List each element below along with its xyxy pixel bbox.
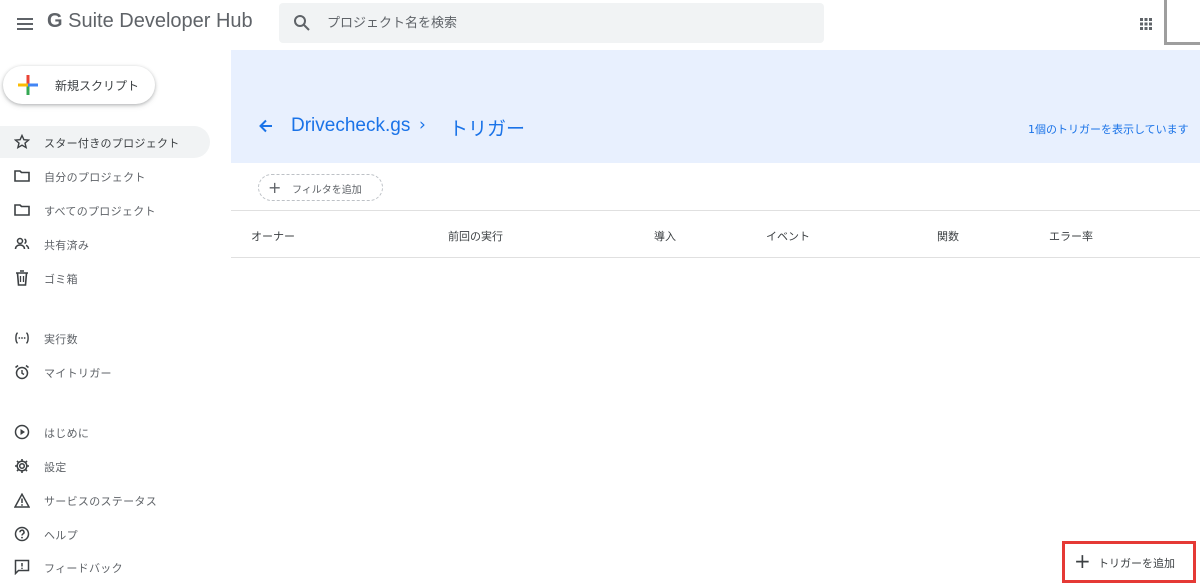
sidebar-item-help[interactable]: ヘルプ bbox=[0, 518, 210, 550]
folder-icon bbox=[14, 202, 30, 218]
triggers-table-header: オーナー 前回の実行 導入 イベント 関数 エラー率 bbox=[231, 210, 1200, 258]
sidebar-item-my-projects[interactable]: 自分のプロジェクト bbox=[0, 160, 210, 192]
warning-icon bbox=[14, 492, 30, 508]
sidebar-item-settings[interactable]: 設定 bbox=[0, 450, 210, 482]
search-icon bbox=[293, 14, 311, 32]
app-title-rest: Suite Developer Hub bbox=[68, 10, 253, 32]
executions-icon bbox=[14, 330, 30, 346]
sidebar-item-shared[interactable]: 共有済み bbox=[0, 228, 210, 260]
new-script-button[interactable]: 新規スクリプト bbox=[3, 66, 155, 104]
page-header: Drivecheck.gs › トリガー 1個のトリガーを表示しています bbox=[231, 50, 1200, 163]
sidebar-item-label: 共有済み bbox=[44, 239, 90, 252]
app-title-g: G bbox=[47, 10, 63, 32]
new-script-label: 新規スクリプト bbox=[55, 79, 140, 93]
search-box[interactable] bbox=[279, 3, 824, 43]
trash-icon bbox=[14, 270, 30, 286]
play-circle-icon bbox=[14, 424, 30, 440]
column-header-owner[interactable]: オーナー bbox=[251, 228, 295, 244]
top-bar: G Suite Developer Hub bbox=[0, 0, 1200, 48]
search-input[interactable] bbox=[327, 3, 807, 43]
sidebar-item-label: スター付きのプロジェクト bbox=[44, 137, 180, 150]
add-trigger-button[interactable]: + トリガーを追加 bbox=[1066, 545, 1192, 579]
column-header-function[interactable]: 関数 bbox=[937, 228, 959, 244]
sidebar-item-label: ヘルプ bbox=[44, 529, 78, 542]
sidebar-item-label: ゴミ箱 bbox=[44, 273, 78, 286]
apps-grid-icon[interactable] bbox=[1134, 12, 1158, 36]
window-edge-bottom bbox=[1164, 42, 1200, 45]
gear-icon bbox=[14, 458, 30, 474]
alarm-icon bbox=[14, 364, 30, 380]
breadcrumb-separator: › bbox=[419, 115, 426, 135]
plus-icon: + bbox=[1074, 549, 1091, 573]
sidebar-item-label: マイトリガー bbox=[44, 367, 112, 380]
sidebar-item-all-projects[interactable]: すべてのプロジェクト bbox=[0, 194, 210, 226]
sidebar-item-trash[interactable]: ゴミ箱 bbox=[0, 262, 210, 294]
back-arrow-icon[interactable] bbox=[256, 116, 276, 136]
column-header-error-rate[interactable]: エラー率 bbox=[1049, 228, 1093, 244]
sidebar-item-label: 自分のプロジェクト bbox=[44, 171, 146, 184]
window-edge bbox=[1164, 0, 1167, 44]
column-header-last-run[interactable]: 前回の実行 bbox=[448, 228, 503, 244]
sidebar-item-executions[interactable]: 実行数 bbox=[0, 322, 210, 354]
breadcrumb-project-link[interactable]: Drivecheck.gs bbox=[291, 115, 410, 137]
star-icon bbox=[14, 134, 30, 150]
help-icon bbox=[14, 526, 30, 542]
feedback-icon bbox=[14, 559, 30, 575]
sidebar-item-label: 実行数 bbox=[44, 333, 78, 346]
sidebar-item-label: サービスのステータス bbox=[44, 495, 157, 508]
folder-icon bbox=[14, 168, 30, 184]
plus-icon: + bbox=[268, 178, 282, 197]
menu-icon[interactable] bbox=[10, 9, 40, 39]
sidebar-item-starred[interactable]: スター付きのプロジェクト bbox=[0, 126, 210, 158]
column-header-deployment[interactable]: 導入 bbox=[654, 228, 676, 244]
trigger-count-text: 1個のトリガーを表示しています bbox=[1028, 123, 1189, 136]
sidebar-item-label: フィードバック bbox=[44, 562, 123, 575]
sidebar-item-label: 設定 bbox=[44, 461, 67, 474]
add-trigger-label: トリガーを追加 bbox=[1098, 557, 1175, 570]
sidebar-item-service-status[interactable]: サービスのステータス bbox=[0, 484, 210, 516]
sidebar-item-my-triggers[interactable]: マイトリガー bbox=[0, 356, 210, 388]
sidebar-item-getting-started[interactable]: はじめに bbox=[0, 416, 210, 448]
page-title: トリガー bbox=[449, 118, 526, 140]
column-header-event[interactable]: イベント bbox=[766, 228, 810, 244]
sidebar-item-feedback[interactable]: フィードバック bbox=[0, 551, 210, 583]
add-filter-label: フィルタを追加 bbox=[292, 185, 362, 196]
colored-plus-icon bbox=[18, 75, 38, 95]
people-icon bbox=[14, 236, 30, 252]
sidebar-item-label: すべてのプロジェクト bbox=[44, 205, 156, 218]
sidebar-item-label: はじめに bbox=[44, 427, 90, 440]
app-title[interactable]: G Suite Developer Hub bbox=[47, 10, 253, 33]
add-filter-button[interactable]: + フィルタを追加 bbox=[258, 174, 383, 201]
